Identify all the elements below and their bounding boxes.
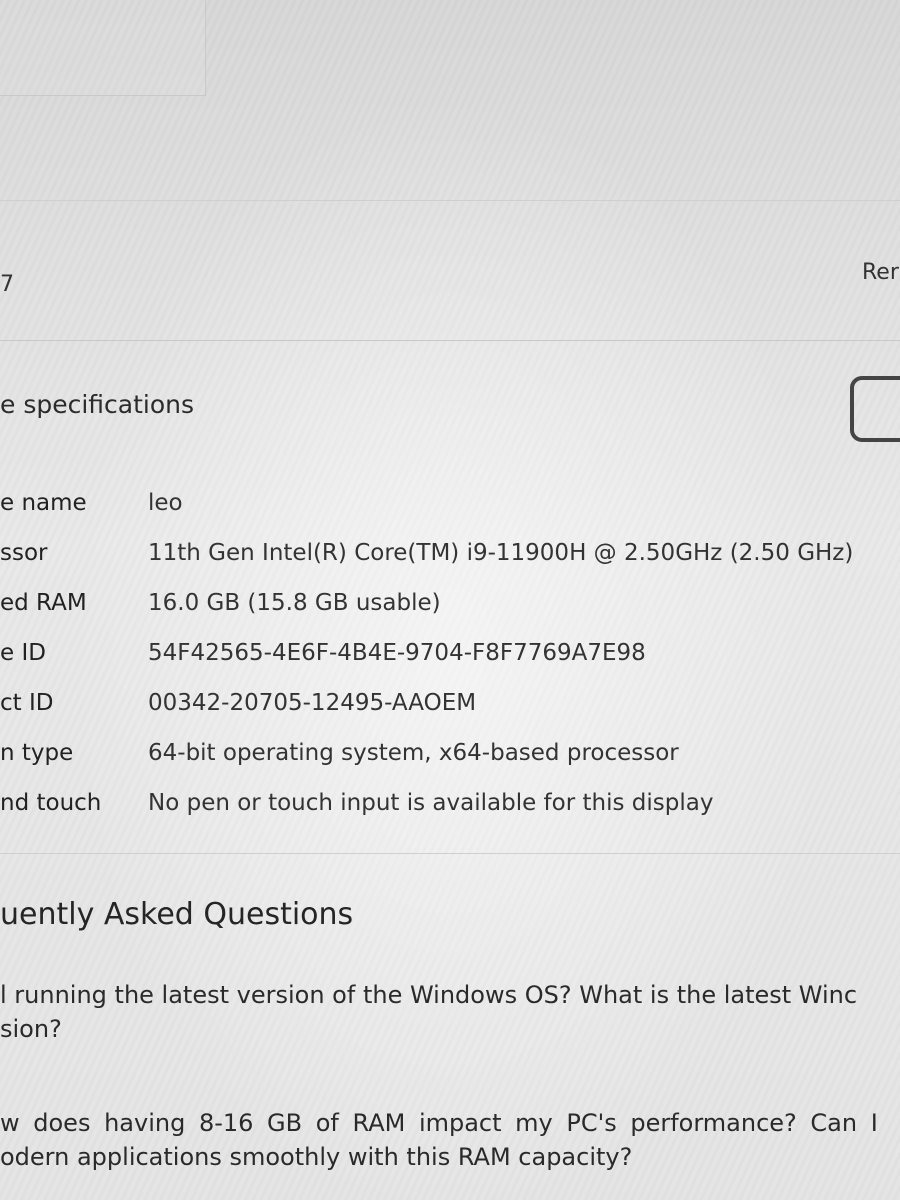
spec-row-pen-touch: nd touch No pen or touch input is availa… — [0, 790, 900, 830]
faq-item[interactable]: w does having 8-16 GB of RAM impact my P… — [0, 1106, 900, 1174]
device-header-label: 7 — [0, 272, 14, 297]
spec-label: ct ID — [0, 690, 54, 716]
device-header-row: 7 Rer — [0, 250, 900, 340]
faq-question-line: odern applications smoothly with this RA… — [0, 1143, 633, 1171]
divider — [0, 200, 900, 201]
spec-label: e ID — [0, 640, 46, 666]
rename-button[interactable]: Rer — [862, 260, 899, 285]
divider — [0, 853, 900, 854]
spec-row-installed-ram: ed RAM 16.0 GB (15.8 GB usable) — [0, 590, 900, 630]
spec-label: ed RAM — [0, 590, 87, 616]
copy-button[interactable] — [850, 376, 900, 442]
spec-label: nd touch — [0, 790, 102, 816]
spec-row-product-id: ct ID 00342-20705-12495-AAOEM — [0, 690, 900, 730]
spec-value: No pen or touch input is available for t… — [148, 790, 714, 816]
spec-label: e name — [0, 490, 87, 516]
spec-value: 00342-20705-12495-AAOEM — [148, 690, 477, 716]
divider — [0, 340, 900, 341]
faq-question-line: l running the latest version of the Wind… — [0, 981, 858, 1009]
spec-row-processor: ssor 11th Gen Intel(R) Core(TM) i9-11900… — [0, 540, 900, 580]
spec-row-system-type: n type 64-bit operating system, x64-base… — [0, 740, 900, 780]
settings-about-page: 7 Rer e specifications e name leo ssor 1… — [0, 0, 900, 1200]
spec-value: 54F42565-4E6F-4B4E-9704-F8F7769A7E98 — [148, 640, 646, 666]
spec-row-device-id: e ID 54F42565-4E6F-4B4E-9704-F8F7769A7E9… — [0, 640, 900, 680]
device-specifications-heading: e specifications — [0, 390, 195, 419]
spec-label: ssor — [0, 540, 48, 566]
spec-value: leo — [148, 490, 183, 516]
spec-label: n type — [0, 740, 74, 766]
faq-question-line: w does having 8-16 GB of RAM impact my P… — [0, 1109, 878, 1137]
top-card — [0, 0, 206, 96]
faq-heading: uently Asked Questions — [0, 897, 354, 932]
spec-value: 11th Gen Intel(R) Core(TM) i9-11900H @ 2… — [148, 540, 854, 566]
spec-value: 16.0 GB (15.8 GB usable) — [148, 590, 441, 616]
faq-question-line: sion? — [0, 1015, 62, 1043]
spec-row-device-name: e name leo — [0, 490, 900, 530]
faq-item[interactable]: l running the latest version of the Wind… — [0, 978, 900, 1046]
spec-value: 64-bit operating system, x64-based proce… — [148, 740, 679, 766]
